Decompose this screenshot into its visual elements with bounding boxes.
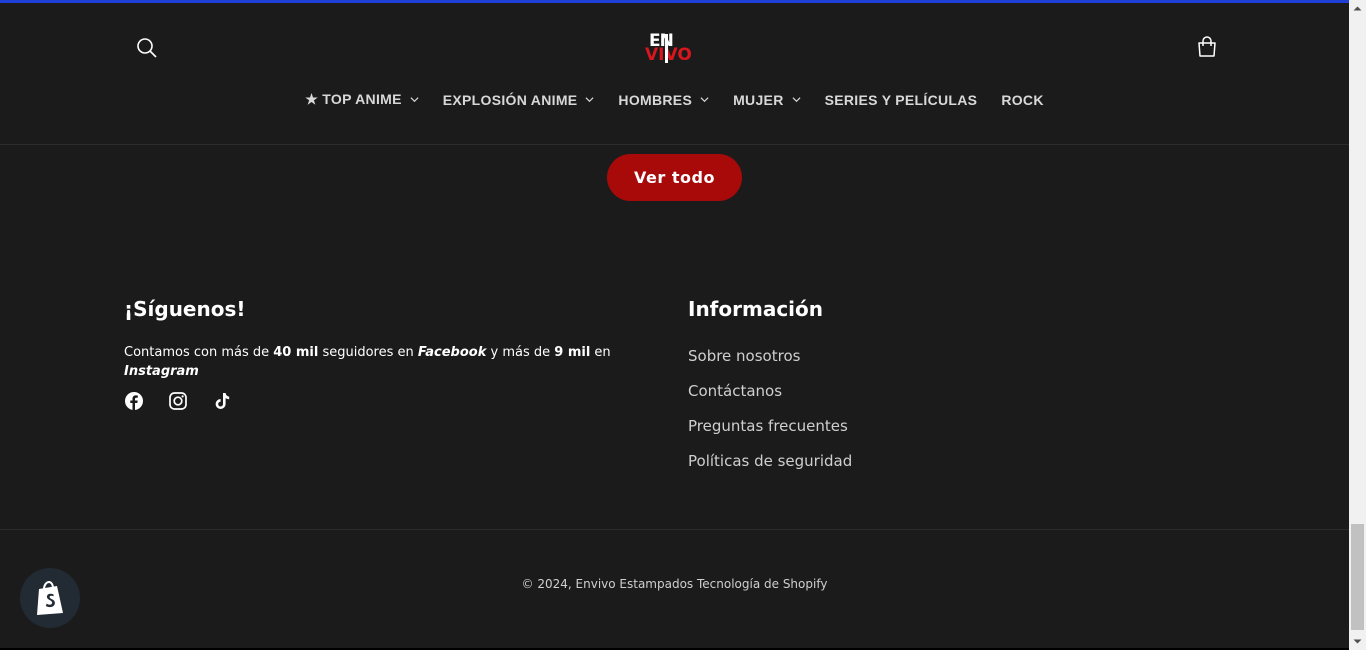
site-logo[interactable]: EN VIVO [645,31,707,65]
follow-instagram-name: Instagram [124,364,199,379]
cart-icon [1198,36,1216,57]
follow-text: Contamos con más de 40 mil seguidores en… [124,343,644,381]
scroll-down-button[interactable] [1349,633,1366,650]
nav-hombres[interactable]: HOMBRES [618,91,709,108]
nav-rock[interactable]: ROCK [1001,91,1043,108]
info-link-contactanos[interactable]: Contáctanos [688,380,852,415]
chevron-down-icon [792,97,801,103]
nav-label: ROCK [1001,91,1044,108]
info-link-sobre-nosotros[interactable]: Sobre nosotros [688,345,852,380]
vertical-scrollbar[interactable] [1349,0,1366,650]
logo-bar [665,34,668,63]
info-link-politicas-seguridad[interactable]: Políticas de seguridad [688,450,852,485]
nav-mujer[interactable]: MUJER [733,91,801,108]
arrow-up-icon [1353,6,1362,11]
tiktok-link[interactable] [212,391,232,411]
cart-button[interactable] [1194,34,1220,60]
nav-label: EXPLOSIÓN ANIME [442,91,578,108]
follow-facebook-name: Facebook [417,345,487,360]
follow-text-part: seguidores en [318,345,418,360]
social-links [124,391,232,411]
facebook-link[interactable] [124,391,144,411]
info-links: Sobre nosotros Contáctanos Preguntas fre… [688,345,852,485]
follow-text-part: en [590,345,611,360]
footer-divider [0,529,1349,530]
chevron-down-icon [700,97,709,103]
scroll-up-button[interactable] [1349,0,1366,17]
follow-text-part: Contamos con más de [124,345,274,360]
nav-explosion-anime[interactable]: EXPLOSIÓN ANIME [443,91,595,108]
site-header: EN VIVO ★ TOP ANIME EXPLOSIÓN ANIME HOMB… [0,3,1349,145]
follow-facebook-count: 40 mil [273,345,319,360]
view-all-button[interactable]: Ver todo [607,154,742,201]
nav-label: MUJER [733,91,784,108]
logo-text-bottom: VIVO [645,45,692,65]
instagram-icon [169,392,187,410]
page: EN VIVO ★ TOP ANIME EXPLOSIÓN ANIME HOMB… [0,0,1349,650]
scrollbar-thumb[interactable] [1351,524,1364,630]
main-nav: ★ TOP ANIME EXPLOSIÓN ANIME HOMBRES MUJE… [0,91,1349,108]
follow-instagram-count: 9 mil [554,345,591,360]
nav-top-anime[interactable]: ★ TOP ANIME [305,91,419,108]
chevron-down-icon [410,97,419,103]
follow-title: ¡Síguenos! [124,297,246,321]
info-title: Información [688,297,824,321]
tiktok-icon [215,393,230,409]
follow-text-part: y más de [486,345,555,360]
search-icon [137,38,157,58]
nav-label: HOMBRES [618,91,693,108]
facebook-icon [125,392,143,410]
search-button[interactable] [134,35,160,61]
nav-label: ★ TOP ANIME [305,91,402,107]
chevron-down-icon [585,97,594,103]
shopify-button[interactable] [20,568,80,628]
copyright-text: © 2024, Envivo Estampados Tecnología de … [521,577,828,591]
info-link-preguntas-frecuentes[interactable]: Preguntas frecuentes [688,415,852,450]
instagram-link[interactable] [168,391,188,411]
shopify-icon [37,580,63,615]
nav-series-peliculas[interactable]: SERIES Y PELÍCULAS [825,91,978,108]
nav-label: SERIES Y PELÍCULAS [824,91,978,108]
arrow-down-icon [1353,639,1362,644]
